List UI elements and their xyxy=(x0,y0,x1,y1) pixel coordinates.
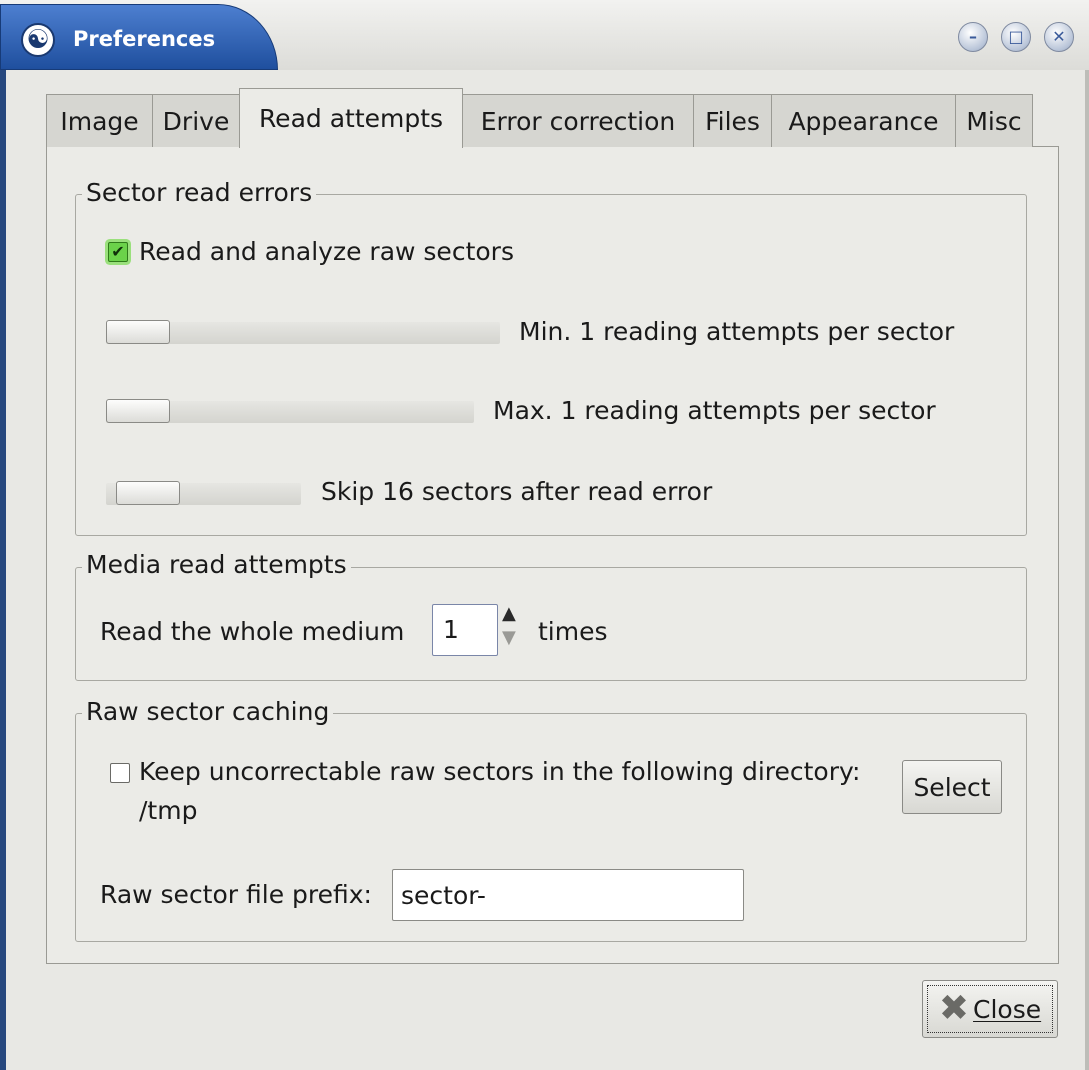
skip-sectors-label: Skip 16 sectors after read error xyxy=(321,477,713,506)
select-directory-button[interactable]: Select xyxy=(902,760,1002,814)
sector-read-errors-title: Sector read errors xyxy=(82,178,317,208)
tab-drive[interactable]: Drive xyxy=(152,94,240,147)
keep-raw-sectors-checkbox[interactable] xyxy=(110,763,130,783)
minimize-icon[interactable]: – xyxy=(958,22,988,52)
max-attempts-slider-knob[interactable] xyxy=(106,399,170,423)
cache-directory-path: /tmp xyxy=(139,796,198,825)
min-attempts-slider-knob[interactable] xyxy=(106,320,170,344)
tab-files[interactable]: Files xyxy=(693,94,772,147)
min-attempts-label: Min. 1 reading attempts per sector xyxy=(519,317,955,346)
min-attempts-slider[interactable] xyxy=(106,320,500,344)
tab-image[interactable]: Image xyxy=(46,94,153,147)
close-x-icon: ✖ xyxy=(938,988,970,1029)
raw-sector-caching-title: Raw sector caching xyxy=(82,697,334,727)
title-tab: ☯ Preferences xyxy=(0,4,278,70)
spin-up-arrow-icon[interactable]: ▲ xyxy=(502,604,516,624)
max-attempts-label: Max. 1 reading attempts per sector xyxy=(493,396,936,425)
window-frame-right xyxy=(1085,70,1089,1070)
window-title: Preferences xyxy=(73,27,216,51)
read-medium-label: Read the whole medium xyxy=(100,617,405,646)
skip-sectors-slider-knob[interactable] xyxy=(116,481,180,505)
max-attempts-slider[interactable] xyxy=(106,399,474,423)
raw-sectors-label: Read and analyze raw sectors xyxy=(139,237,514,266)
window-frame-left xyxy=(0,70,6,1070)
keep-raw-sectors-label: Keep uncorrectable raw sectors in the fo… xyxy=(139,757,861,786)
times-label: times xyxy=(538,617,608,646)
tab-error-correction[interactable]: Error correction xyxy=(462,94,694,147)
raw-sectors-checkbox[interactable]: ✔ xyxy=(108,242,128,262)
maximize-icon[interactable]: □ xyxy=(1001,22,1031,52)
close-window-icon[interactable]: ✕ xyxy=(1044,22,1074,52)
file-prefix-label: Raw sector file prefix: xyxy=(100,880,372,909)
media-read-attempts-title: Media read attempts xyxy=(82,550,351,580)
tab-misc[interactable]: Misc xyxy=(955,94,1033,147)
spin-down-arrow-icon[interactable]: ▼ xyxy=(502,628,516,648)
read-times-spinbutton[interactable]: 1 xyxy=(432,604,498,656)
skip-sectors-slider[interactable] xyxy=(106,481,301,505)
title-bar[interactable]: ☯ Preferences – □ ✕ xyxy=(0,0,1089,70)
yin-yang-icon[interactable]: ☯ xyxy=(21,23,55,57)
close-button[interactable]: ✖ Close xyxy=(922,980,1058,1038)
close-button-label: Close xyxy=(973,994,1042,1024)
tab-read-attempts[interactable]: Read attempts xyxy=(239,88,463,148)
close-button-focus-ring: ✖ Close xyxy=(927,985,1053,1033)
tab-appearance[interactable]: Appearance xyxy=(771,94,956,147)
file-prefix-input[interactable] xyxy=(392,869,744,921)
